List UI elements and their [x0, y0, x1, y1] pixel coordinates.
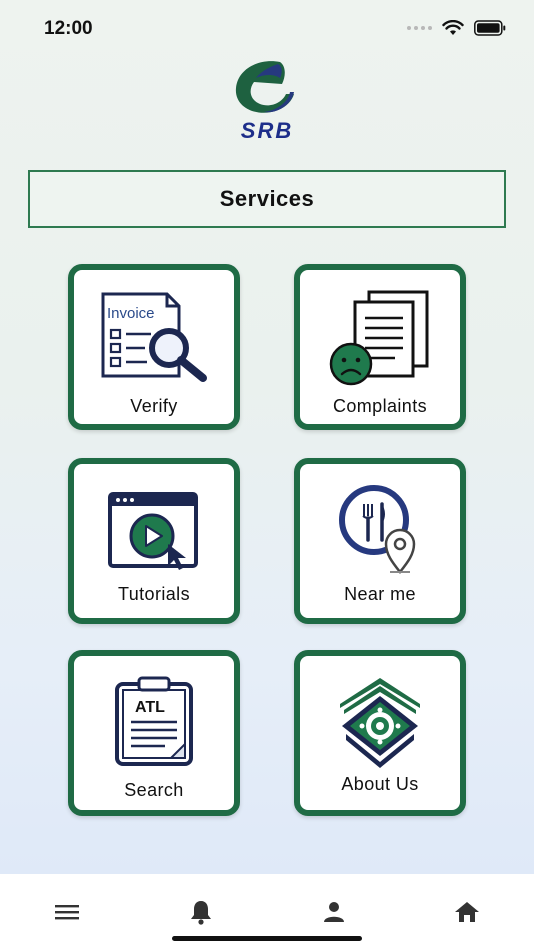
tutorials-tile[interactable]: Tutorials: [68, 458, 240, 624]
services-header: Services: [28, 170, 506, 228]
invoice-search-icon: Invoice: [101, 292, 207, 382]
nav-home[interactable]: [451, 898, 483, 926]
nav-menu[interactable]: [51, 898, 83, 926]
status-bar: 12:00: [0, 0, 534, 56]
complaints-tile[interactable]: Complaints: [294, 264, 466, 430]
nav-notifications[interactable]: [185, 898, 217, 926]
tile-label: Near me: [344, 584, 416, 604]
srb-logo: SRB: [220, 56, 314, 143]
wifi-icon: [442, 20, 464, 35]
nav-profile[interactable]: [318, 898, 350, 926]
complaint-documents-icon: [329, 290, 429, 386]
home-indicator: [172, 936, 362, 941]
menu-icon: [55, 905, 79, 920]
search-tile[interactable]: ATL Search: [68, 650, 240, 816]
srb-logo-icon: [235, 61, 294, 113]
tile-label: About Us: [341, 774, 419, 794]
verify-tile[interactable]: Invoice Verify: [68, 264, 240, 430]
tile-label: Tutorials: [118, 584, 190, 604]
tile-label: Complaints: [332, 396, 428, 416]
emblem-icon: [340, 678, 420, 768]
status-time: 12:00: [44, 18, 93, 39]
video-tutorial-icon: [108, 492, 198, 570]
about-us-tile[interactable]: About Us: [294, 650, 466, 816]
signal-dots-icon: [407, 26, 432, 30]
tile-label: Search: [124, 780, 184, 800]
status-icons: [407, 20, 506, 36]
battery-icon: [474, 20, 506, 36]
atl-clipboard-icon: ATL: [115, 676, 193, 766]
invoice-icon-text: Invoice: [107, 305, 155, 322]
home-icon: [455, 902, 479, 922]
bell-icon: [191, 901, 211, 925]
logo-text: SRB: [240, 118, 294, 143]
near-me-tile[interactable]: Near me: [294, 458, 466, 624]
user-icon: [324, 902, 344, 922]
atl-icon-text: ATL: [135, 699, 165, 716]
restaurant-location-icon: [339, 485, 416, 575]
tile-label: Verify: [130, 396, 178, 416]
page-title: Services: [219, 186, 315, 211]
